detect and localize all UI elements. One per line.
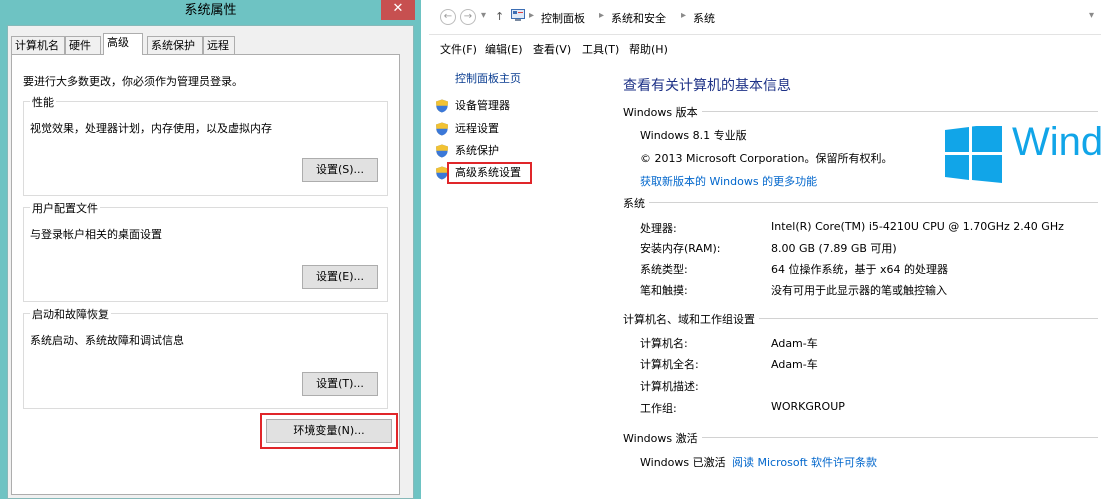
workgroup-value: WORKGROUP xyxy=(771,400,845,413)
windows-logo-icon xyxy=(945,123,1002,186)
pen-touch-label: 笔和触摸: xyxy=(640,284,688,297)
workgroup-label: 工作组: xyxy=(640,402,677,415)
startup-recovery-group-description: 系统启动、系统故障和调试信息 xyxy=(30,334,184,347)
tab-remote[interactable]: 远程 xyxy=(203,36,235,54)
breadcrumb-separator: ▸ xyxy=(681,10,687,21)
system-section: 系统 xyxy=(623,195,1098,211)
sidebar-item-label: 系统保护 xyxy=(455,144,499,157)
control-panel-system-window: ← → ▾ ↑ ▸ 控制面板 ▸ 系统和安全 ▸ 系统 ▾ 文件(F) 编辑(E… xyxy=(429,0,1101,499)
computer-name-label: 计算机名: xyxy=(640,337,688,350)
shield-icon xyxy=(435,144,449,158)
advanced-tab-panel: 要进行大多数更改，你必须作为管理员登录。 性能 视觉效果，处理器计划，内存使用，… xyxy=(11,54,400,495)
menu-tools[interactable]: 工具(T) xyxy=(582,41,619,57)
menu-bar: 文件(F) 编辑(E) 查看(V) 工具(T) 帮助(H) xyxy=(429,36,1101,58)
computer-name-value: Adam-车 xyxy=(771,337,818,350)
windows-logo-text: Wind xyxy=(1012,120,1101,164)
windows-edition: Windows 8.1 专业版 xyxy=(640,129,747,142)
back-button[interactable]: ← xyxy=(440,9,456,25)
sidebar-item-label: 设备管理器 xyxy=(455,99,510,112)
close-button[interactable]: ✕ xyxy=(381,0,415,20)
user-profiles-settings-button[interactable]: 设置(E)... xyxy=(302,265,378,289)
section-divider xyxy=(623,202,1098,203)
tab-computer-name[interactable]: 计算机名 xyxy=(11,36,65,54)
user-profiles-group-title: 用户配置文件 xyxy=(30,200,100,216)
windows-edition-section: Windows 版本 xyxy=(623,104,1098,120)
startup-recovery-group-title: 启动和故障恢复 xyxy=(30,306,111,322)
menu-file[interactable]: 文件(F) xyxy=(440,41,477,57)
dialog-client-area: 计算机名 硬件 高级 系统保护 远程 要进行大多数更改，你必须作为管理员登录。 … xyxy=(7,25,414,499)
section-title: 计算机名、域和工作组设置 xyxy=(623,311,759,327)
activation-section: Windows 激活 xyxy=(623,430,1098,446)
highlight-box xyxy=(447,162,532,184)
shield-icon xyxy=(435,122,449,136)
performance-group-title: 性能 xyxy=(30,94,56,110)
more-features-link[interactable]: 获取新版本的 Windows 的更多功能 xyxy=(640,173,817,189)
pen-touch-value: 没有可用于此显示器的笔或触控输入 xyxy=(771,284,947,297)
menu-view[interactable]: 查看(V) xyxy=(533,41,571,57)
copyright-text: © 2013 Microsoft Corporation。保留所有权利。 xyxy=(640,152,893,165)
computer-name-section: 计算机名、域和工作组设置 xyxy=(623,311,1098,327)
license-terms-link[interactable]: 阅读 Microsoft 软件许可条款 xyxy=(732,454,877,470)
ram-value: 8.00 GB (7.89 GB 可用) xyxy=(771,242,897,255)
system-properties-dialog: 系统属性 ✕ 计算机名 硬件 高级 系统保护 远程 要进行大多数更改，你必须作为… xyxy=(0,0,421,499)
tab-hardware[interactable]: 硬件 xyxy=(65,36,101,54)
startup-recovery-group: 启动和故障恢复 系统启动、系统故障和调试信息 设置(T)... xyxy=(23,306,388,409)
breadcrumb-control-panel[interactable]: 控制面板 xyxy=(541,10,585,26)
system-type-label: 系统类型: xyxy=(640,263,688,276)
ram-label: 安装内存(RAM): xyxy=(640,242,721,255)
section-title: 系统 xyxy=(623,195,649,211)
section-title: Windows 版本 xyxy=(623,104,702,120)
user-profiles-group-description: 与登录帐户相关的桌面设置 xyxy=(30,228,162,241)
sidebar-home-link[interactable]: 控制面板主页 xyxy=(455,70,521,86)
full-computer-name-value: Adam-车 xyxy=(771,358,818,371)
dialog-title: 系统属性 xyxy=(184,3,237,18)
breadcrumb-system-security[interactable]: 系统和安全 xyxy=(611,10,666,26)
sidebar-item-label: 远程设置 xyxy=(455,122,499,135)
forward-button[interactable]: → xyxy=(460,9,476,25)
computer-description-label: 计算机描述: xyxy=(640,380,699,393)
control-panel-icon xyxy=(511,9,525,21)
menu-edit[interactable]: 编辑(E) xyxy=(485,41,523,57)
chevron-down-icon[interactable]: ▾ xyxy=(481,10,486,21)
breadcrumb-separator: ▸ xyxy=(529,10,535,21)
tab-system-protection[interactable]: 系统保护 xyxy=(147,36,203,54)
processor-label: 处理器: xyxy=(640,222,677,235)
performance-group-description: 视觉效果，处理器计划，内存使用，以及虚拟内存 xyxy=(30,122,272,135)
activation-status: Windows 已激活 xyxy=(640,456,726,469)
breadcrumb-system[interactable]: 系统 xyxy=(693,10,715,26)
full-computer-name-label: 计算机全名: xyxy=(640,358,699,371)
section-title: Windows 激活 xyxy=(623,430,702,446)
up-button[interactable]: ↑ xyxy=(495,10,504,23)
user-profiles-group: 用户配置文件 与登录帐户相关的桌面设置 设置(E)... xyxy=(23,200,388,302)
admin-note: 要进行大多数更改，你必须作为管理员登录。 xyxy=(23,75,243,88)
performance-settings-button[interactable]: 设置(S)... xyxy=(302,158,378,182)
processor-value: Intel(R) Core(TM) i5-4210U CPU @ 1.70GHz… xyxy=(771,220,1064,233)
system-type-value: 64 位操作系统，基于 x64 的处理器 xyxy=(771,263,948,276)
menu-help[interactable]: 帮助(H) xyxy=(629,41,668,57)
tab-advanced[interactable]: 高级 xyxy=(103,33,143,55)
highlight-box xyxy=(260,413,398,449)
breadcrumb-separator: ▸ xyxy=(599,10,605,21)
shield-icon xyxy=(435,99,449,113)
performance-group: 性能 视觉效果，处理器计划，内存使用，以及虚拟内存 设置(S)... xyxy=(23,94,388,196)
address-dropdown-icon[interactable]: ▾ xyxy=(1089,10,1094,21)
address-bar: ← → ▾ ↑ ▸ 控制面板 ▸ 系统和安全 ▸ 系统 ▾ xyxy=(429,0,1101,35)
page-title: 查看有关计算机的基本信息 xyxy=(623,78,791,94)
startup-recovery-settings-button[interactable]: 设置(T)... xyxy=(302,372,378,396)
